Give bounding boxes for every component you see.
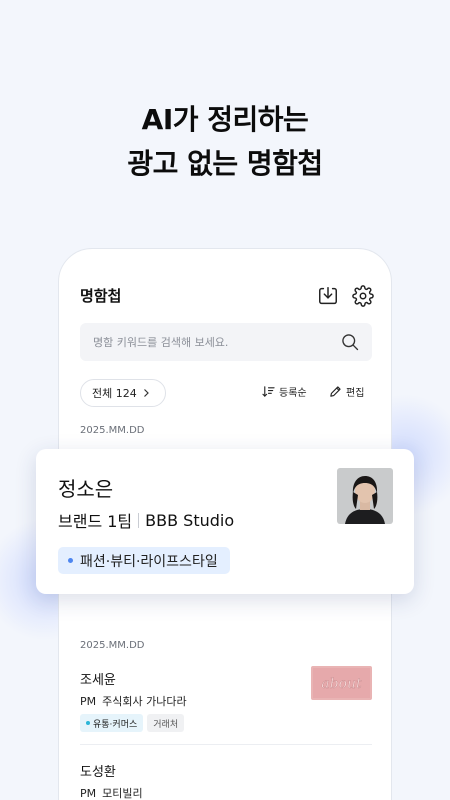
card-company: BBB Studio bbox=[145, 510, 235, 530]
divider bbox=[80, 744, 372, 745]
category-tag: 유통·커머스 bbox=[80, 714, 144, 732]
card-company: 주식회사 가나다라 bbox=[102, 695, 187, 708]
download-icon[interactable] bbox=[317, 285, 339, 307]
edit-button[interactable]: 편집 bbox=[329, 384, 364, 399]
svg-text:about: about bbox=[321, 676, 362, 692]
search-bar bbox=[80, 323, 372, 361]
sort-button[interactable]: 등록순 bbox=[262, 384, 307, 399]
category-tag: 패션·뷰티·라이프스타일 bbox=[58, 547, 230, 574]
date-header: 2025.MM.DD bbox=[80, 640, 145, 651]
card-department: 브랜드 1팀 bbox=[58, 512, 133, 531]
page-title: 명함첩 bbox=[80, 287, 122, 305]
filter-all-button[interactable]: 전체 124 bbox=[80, 379, 166, 407]
profile-photo bbox=[337, 468, 393, 524]
card-list-item[interactable]: 도성환 PM 모티빌리 bbox=[80, 761, 372, 800]
promo-headline: AI가 정리하는 광고 없는 명함첩 bbox=[127, 103, 323, 180]
card-company: 모티빌리 bbox=[102, 787, 143, 800]
sort-icon bbox=[262, 386, 275, 397]
card-position: PM bbox=[80, 695, 97, 708]
relation-tag: 거래처 bbox=[147, 714, 185, 732]
gear-icon[interactable] bbox=[352, 285, 374, 307]
business-card-thumbnail: about bbox=[311, 666, 372, 700]
date-header: 2025.MM.DD bbox=[80, 425, 145, 436]
card-tags: 유통·커머스 거래처 bbox=[80, 714, 185, 732]
search-input[interactable] bbox=[80, 323, 330, 361]
card-name: 도성환 bbox=[80, 765, 116, 780]
chevron-right-icon bbox=[143, 389, 149, 397]
featured-business-card[interactable]: 정소은 브랜드 1팀 BBB Studio 패션·뷰티·라이프스타일 bbox=[36, 449, 414, 594]
separator bbox=[138, 512, 140, 528]
pencil-icon bbox=[330, 386, 341, 397]
card-name: 정소은 bbox=[58, 477, 114, 501]
card-position: PM bbox=[80, 787, 97, 800]
search-icon[interactable] bbox=[340, 332, 360, 352]
